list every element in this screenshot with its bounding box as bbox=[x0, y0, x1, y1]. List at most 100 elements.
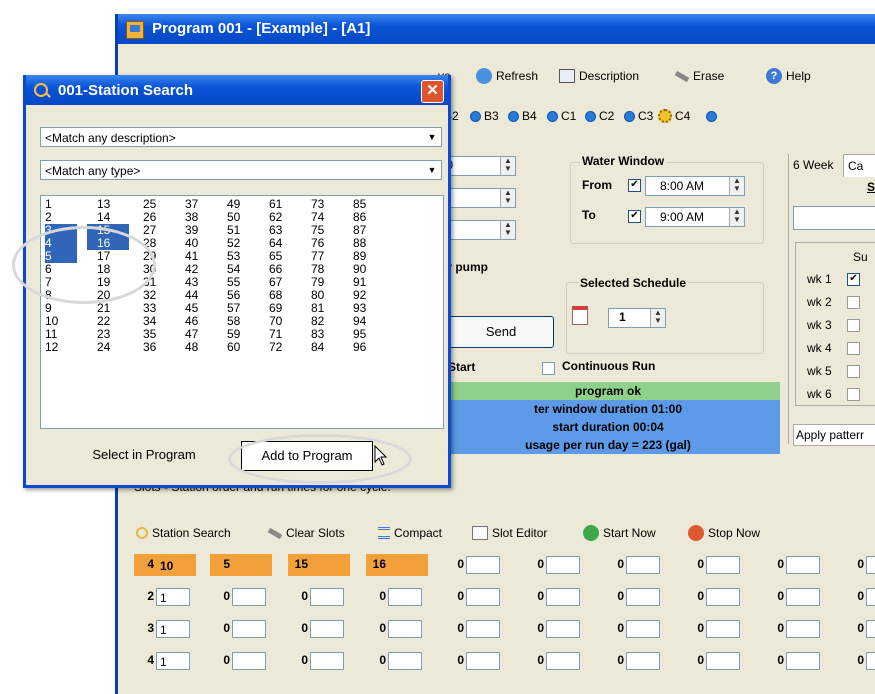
slot-runtime-field[interactable] bbox=[706, 556, 740, 574]
station-item[interactable]: 60 bbox=[217, 341, 259, 354]
slot-cell[interactable]: 4 10 bbox=[134, 554, 196, 576]
close-icon[interactable]: ✕ bbox=[421, 80, 444, 103]
week-checkbox[interactable] bbox=[847, 319, 860, 332]
slot-cell[interactable]: 0 bbox=[844, 650, 875, 672]
title-bar[interactable]: Program 001 - [Example] - [A1] bbox=[118, 14, 875, 44]
slot-runtime-field[interactable] bbox=[388, 556, 422, 574]
slot-runtime-field[interactable] bbox=[626, 620, 660, 638]
slot-runtime-field[interactable] bbox=[786, 620, 820, 638]
slot-cell[interactable]: 0 bbox=[844, 554, 875, 576]
slot-cell[interactable]: 0 bbox=[524, 618, 586, 640]
slot-cell[interactable]: 0 bbox=[764, 650, 826, 672]
spin-arrows-icon[interactable]: ▲ ▼ bbox=[500, 221, 515, 239]
tab-next[interactable] bbox=[706, 105, 717, 127]
slot-cell[interactable]: 0 bbox=[604, 554, 666, 576]
slot-runtime-field[interactable] bbox=[866, 620, 875, 638]
slot-cell[interactable]: 0 bbox=[444, 586, 506, 608]
slot-cell[interactable]: 0 bbox=[210, 650, 272, 672]
slot-runtime-field[interactable]: 1 bbox=[156, 652, 190, 670]
station-item[interactable]: 96 bbox=[343, 341, 385, 354]
slot-runtime-field[interactable] bbox=[706, 620, 740, 638]
slot-cell[interactable]: 0 bbox=[366, 618, 428, 640]
tab-c2[interactable]: C2 bbox=[585, 105, 614, 127]
slot-cell[interactable]: 0 bbox=[764, 618, 826, 640]
slot-cell[interactable]: 5 bbox=[210, 554, 272, 576]
tab-b3[interactable]: B3 bbox=[470, 105, 499, 127]
tab-ca[interactable]: Ca bbox=[843, 154, 875, 177]
erase-button[interactable]: Erase bbox=[674, 66, 724, 86]
slot-runtime-field[interactable] bbox=[232, 652, 266, 670]
tab-c3[interactable]: C3 bbox=[624, 105, 653, 127]
slot-runtime-field[interactable]: 1 bbox=[156, 588, 190, 606]
station-item[interactable]: 48 bbox=[175, 341, 217, 354]
slot-runtime-field[interactable] bbox=[310, 620, 344, 638]
slot-runtime-field[interactable] bbox=[388, 588, 422, 606]
slot-cell[interactable]: 0 bbox=[210, 586, 272, 608]
station-item[interactable]: 36 bbox=[133, 341, 175, 354]
slot-runtime-field[interactable] bbox=[546, 620, 580, 638]
refresh-button[interactable]: Refresh bbox=[476, 66, 538, 86]
slot-runtime-field[interactable] bbox=[466, 652, 500, 670]
slot-cell[interactable]: 31 bbox=[134, 618, 196, 640]
station-item[interactable]: 24 bbox=[87, 341, 129, 354]
slot-cell[interactable]: 0 bbox=[684, 554, 746, 576]
slot-runtime-field[interactable] bbox=[706, 588, 740, 606]
dialog-title-bar[interactable]: 001-Station Search ✕ bbox=[26, 75, 448, 105]
slot-cell[interactable]: 0 bbox=[764, 554, 826, 576]
slot-runtime-field[interactable] bbox=[232, 556, 266, 574]
slot-runtime-field[interactable] bbox=[388, 620, 422, 638]
station-search-button[interactable]: Station Search bbox=[136, 523, 231, 543]
slot-editor-button[interactable]: Slot Editor bbox=[472, 523, 547, 543]
tab-6week[interactable]: 6 Week bbox=[793, 158, 833, 172]
spin-arrows-icon[interactable]: ▲ ▼ bbox=[729, 208, 744, 226]
slot-cell[interactable]: 0 bbox=[444, 554, 506, 576]
slot-cell[interactable]: 0 bbox=[524, 554, 586, 576]
to-time-picker[interactable]: 9:00 AM ▲ ▼ bbox=[645, 207, 745, 227]
slot-runtime-field[interactable] bbox=[866, 652, 875, 670]
slot-cell[interactable]: 0 bbox=[288, 586, 350, 608]
slot-runtime-field[interactable] bbox=[626, 556, 660, 574]
slot-cell[interactable]: 16 bbox=[366, 554, 428, 576]
slot-cell[interactable]: 0 bbox=[366, 650, 428, 672]
stop-now-button[interactable]: Stop Now bbox=[688, 523, 760, 543]
slot-cell[interactable]: 0 bbox=[210, 618, 272, 640]
send-button[interactable]: Send bbox=[448, 316, 554, 348]
chevron-down-icon[interactable]: ▼ bbox=[425, 130, 439, 144]
slot-cell[interactable]: 0 bbox=[524, 650, 586, 672]
spin-arrows-icon[interactable]: ▲ ▼ bbox=[500, 157, 515, 175]
slot-runtime-field[interactable] bbox=[466, 556, 500, 574]
slot-runtime-field[interactable] bbox=[626, 588, 660, 606]
slot-runtime-field[interactable] bbox=[232, 588, 266, 606]
start-now-button[interactable]: Start Now bbox=[583, 523, 656, 543]
station-item[interactable]: 72 bbox=[259, 341, 301, 354]
week-checkbox[interactable] bbox=[847, 296, 860, 309]
clear-slots-button[interactable]: Clear Slots bbox=[267, 523, 345, 543]
slot-runtime-field[interactable] bbox=[546, 652, 580, 670]
slot-cell[interactable]: 0 bbox=[604, 650, 666, 672]
slot-cell[interactable]: 0 bbox=[288, 650, 350, 672]
station-item[interactable]: 12 bbox=[45, 341, 77, 354]
chevron-down-icon[interactable]: ▼ bbox=[425, 163, 439, 177]
compact-button[interactable]: Compact bbox=[378, 523, 442, 543]
tab-b4[interactable]: B4 bbox=[508, 105, 537, 127]
slot-runtime-field[interactable] bbox=[310, 652, 344, 670]
schedule-name-field[interactable] bbox=[793, 206, 875, 230]
slot-runtime-field[interactable] bbox=[546, 588, 580, 606]
slot-runtime-field[interactable] bbox=[866, 556, 875, 574]
slot-runtime-field[interactable] bbox=[310, 588, 344, 606]
from-checkbox[interactable]: ✔ bbox=[628, 179, 641, 192]
week-checkbox[interactable] bbox=[847, 365, 860, 378]
slot-runtime-field[interactable] bbox=[232, 620, 266, 638]
week-checkbox[interactable] bbox=[847, 388, 860, 401]
slot-cell[interactable]: 15 bbox=[288, 554, 350, 576]
slot-runtime-field[interactable] bbox=[866, 588, 875, 606]
type-filter-select[interactable]: <Match any type> ▼ bbox=[40, 160, 442, 180]
slot-runtime-field[interactable] bbox=[388, 652, 422, 670]
slot-cell[interactable]: 0 bbox=[844, 586, 875, 608]
slot-cell[interactable]: 0 bbox=[366, 586, 428, 608]
slot-runtime-field[interactable] bbox=[786, 588, 820, 606]
from-time-picker[interactable]: 8:00 AM ▲ ▼ bbox=[645, 176, 745, 196]
to-checkbox[interactable]: ✔ bbox=[628, 210, 641, 223]
description-filter-select[interactable]: <Match any description> ▼ bbox=[40, 127, 442, 147]
slot-runtime-field[interactable] bbox=[310, 556, 344, 574]
